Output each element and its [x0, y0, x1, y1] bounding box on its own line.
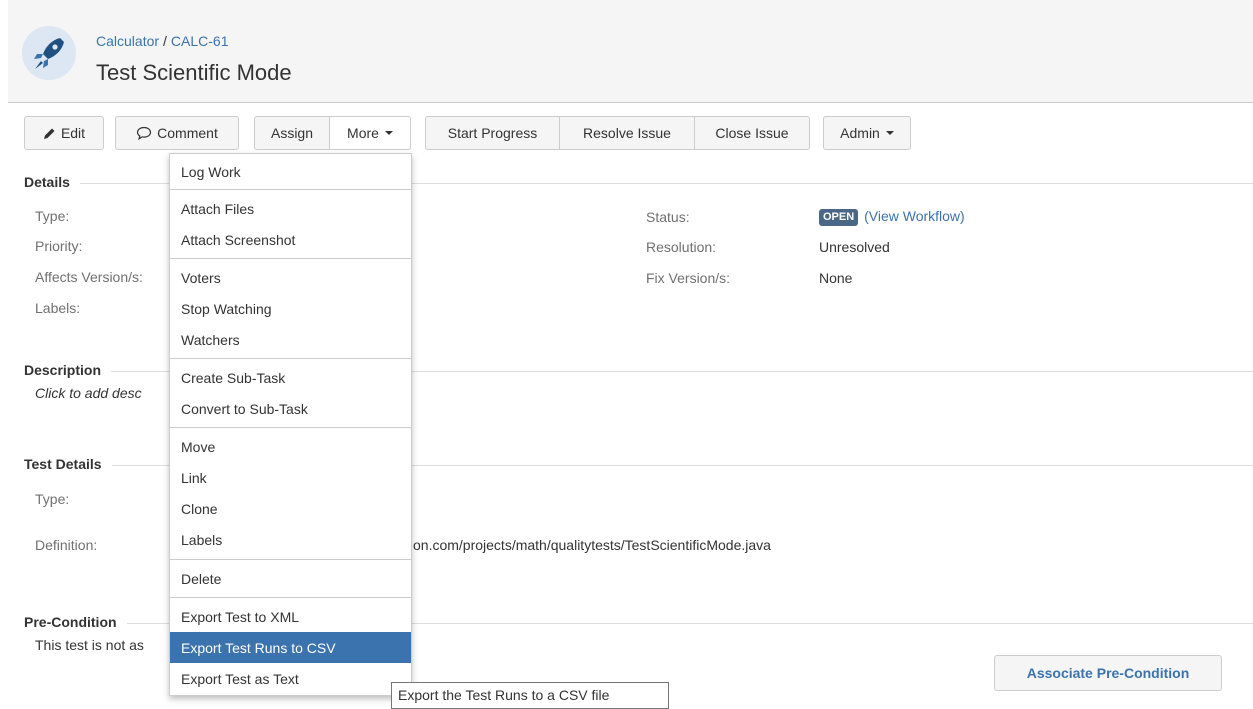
pencil-icon — [43, 127, 56, 140]
test-type-label: Type: — [35, 491, 70, 507]
caret-down-icon — [885, 131, 894, 135]
resolution-label: Resolution: — [646, 239, 717, 255]
description-heading[interactable]: Description — [24, 362, 112, 378]
tooltip: Export the Test Runs to a CSV file — [391, 682, 669, 709]
test-details-heading[interactable]: Test Details — [24, 456, 112, 472]
status-label: Status: — [646, 209, 690, 225]
menu-separator — [170, 427, 411, 428]
breadcrumb-separator: / — [163, 33, 167, 49]
menu-item-create-sub-task[interactable]: Create Sub-Task — [170, 362, 411, 393]
view-workflow-paren-close: ) — [960, 208, 965, 224]
close-issue-button[interactable]: Close Issue — [695, 116, 810, 150]
status-value: OPEN (View Workflow) — [819, 208, 965, 226]
menu-item-attach-screenshot[interactable]: Attach Screenshot — [170, 224, 411, 255]
comment-button[interactable]: Comment — [115, 116, 239, 150]
caret-down-icon — [384, 131, 393, 135]
project-avatar[interactable] — [22, 26, 76, 80]
menu-item-log-work[interactable]: Log Work — [170, 156, 411, 187]
definition-value[interactable]: on.com/projects/math/qualitytests/TestSc… — [413, 537, 771, 553]
details-heading[interactable]: Details — [24, 174, 80, 190]
menu-separator — [170, 597, 411, 598]
menu-item-export-test-xml[interactable]: Export Test to XML — [170, 601, 411, 632]
precondition-heading[interactable]: Pre-Condition — [24, 614, 127, 630]
menu-item-link[interactable]: Link — [170, 462, 411, 493]
start-progress-button[interactable]: Start Progress — [425, 116, 560, 150]
admin-button-label: Admin — [840, 125, 880, 141]
definition-label: Definition: — [35, 537, 98, 553]
precondition-text: This test is not as — [35, 637, 144, 653]
labels-label: Labels: — [35, 300, 81, 316]
more-button-label: More — [347, 125, 379, 141]
menu-item-delete[interactable]: Delete — [170, 563, 411, 594]
resolve-issue-button[interactable]: Resolve Issue — [560, 116, 695, 150]
resolution-value: Unresolved — [819, 239, 890, 255]
fix-version-label: Fix Version/s: — [646, 270, 731, 286]
menu-separator — [170, 358, 411, 359]
speech-bubble-icon — [136, 126, 152, 140]
menu-item-move[interactable]: Move — [170, 431, 411, 462]
assign-button[interactable]: Assign — [254, 116, 330, 150]
more-dropdown-menu: Log Work Attach Files Attach Screenshot … — [169, 153, 412, 696]
menu-item-watchers[interactable]: Watchers — [170, 324, 411, 355]
menu-separator — [170, 189, 411, 190]
more-button[interactable]: More — [330, 116, 411, 150]
edit-button-label: Edit — [60, 125, 86, 141]
affects-version-label: Affects Version/s: — [35, 269, 143, 285]
menu-item-clone[interactable]: Clone — [170, 493, 411, 524]
issue-header: Calculator / CALC-61 Test Scientific Mode — [8, 0, 1253, 103]
menu-item-attach-files[interactable]: Attach Files — [170, 193, 411, 224]
breadcrumb: Calculator / CALC-61 — [96, 33, 229, 49]
admin-button[interactable]: Admin — [823, 116, 911, 150]
menu-item-stop-watching[interactable]: Stop Watching — [170, 293, 411, 324]
menu-separator — [170, 559, 411, 560]
view-workflow-link[interactable]: View Workflow — [869, 208, 960, 224]
rocket-icon — [22, 26, 76, 80]
menu-item-convert-to-sub-task[interactable]: Convert to Sub-Task — [170, 393, 411, 424]
menu-item-voters[interactable]: Voters — [170, 262, 411, 293]
edit-button[interactable]: Edit — [24, 116, 104, 150]
associate-precondition-button[interactable]: Associate Pre-Condition — [994, 655, 1222, 691]
type-label: Type: — [35, 208, 70, 224]
breadcrumb-issue-link[interactable]: CALC-61 — [171, 33, 229, 49]
menu-item-labels[interactable]: Labels — [170, 524, 411, 555]
status-badge: OPEN — [819, 209, 859, 226]
breadcrumb-project-link[interactable]: Calculator — [96, 33, 159, 49]
page-title: Test Scientific Mode — [96, 60, 292, 85]
menu-item-export-test-text[interactable]: Export Test as Text — [170, 663, 411, 694]
priority-label: Priority: — [35, 238, 83, 254]
comment-button-label: Comment — [157, 125, 218, 141]
menu-separator — [170, 258, 411, 259]
fix-version-value[interactable]: None — [819, 270, 852, 286]
menu-item-export-test-runs-csv[interactable]: Export Test Runs to CSV — [170, 632, 411, 663]
description-placeholder[interactable]: Click to add desc — [35, 385, 142, 401]
